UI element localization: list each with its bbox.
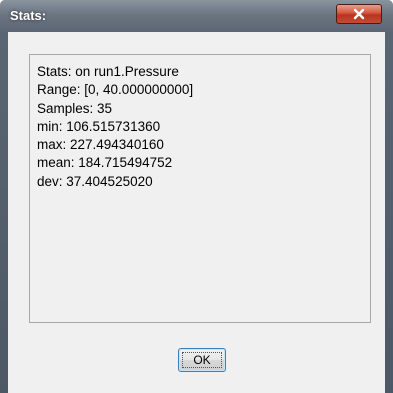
ok-button-label: OK (193, 353, 211, 367)
close-icon (353, 8, 365, 20)
stats-line-min: min: 106.515731360 (37, 118, 161, 134)
stats-line-mean: mean: 184.715494752 (37, 155, 173, 171)
stats-line-source: Stats: on run1.Pressure (37, 64, 179, 79)
title-bar[interactable]: Stats: (0, 0, 393, 32)
stats-line-range: Range: [0, 40.000000000] (37, 82, 194, 98)
stats-line-max: max: 227.494340160 (37, 137, 164, 153)
ok-button[interactable]: OK (178, 348, 226, 372)
dialog-title: Stats: (10, 8, 47, 23)
stats-line-samples: Samples: 35 (37, 100, 113, 116)
close-button[interactable] (336, 4, 382, 24)
dialog-body: Stats: on run1.Pressure Range: [0, 40.00… (8, 32, 385, 393)
stats-output-box[interactable]: Stats: on run1.Pressure Range: [0, 40.00… (29, 54, 371, 323)
stats-dialog: Stats: Stats: on run1.Pressure Range: [0… (0, 0, 393, 393)
stats-line-dev: dev: 37.404525020 (37, 173, 153, 189)
